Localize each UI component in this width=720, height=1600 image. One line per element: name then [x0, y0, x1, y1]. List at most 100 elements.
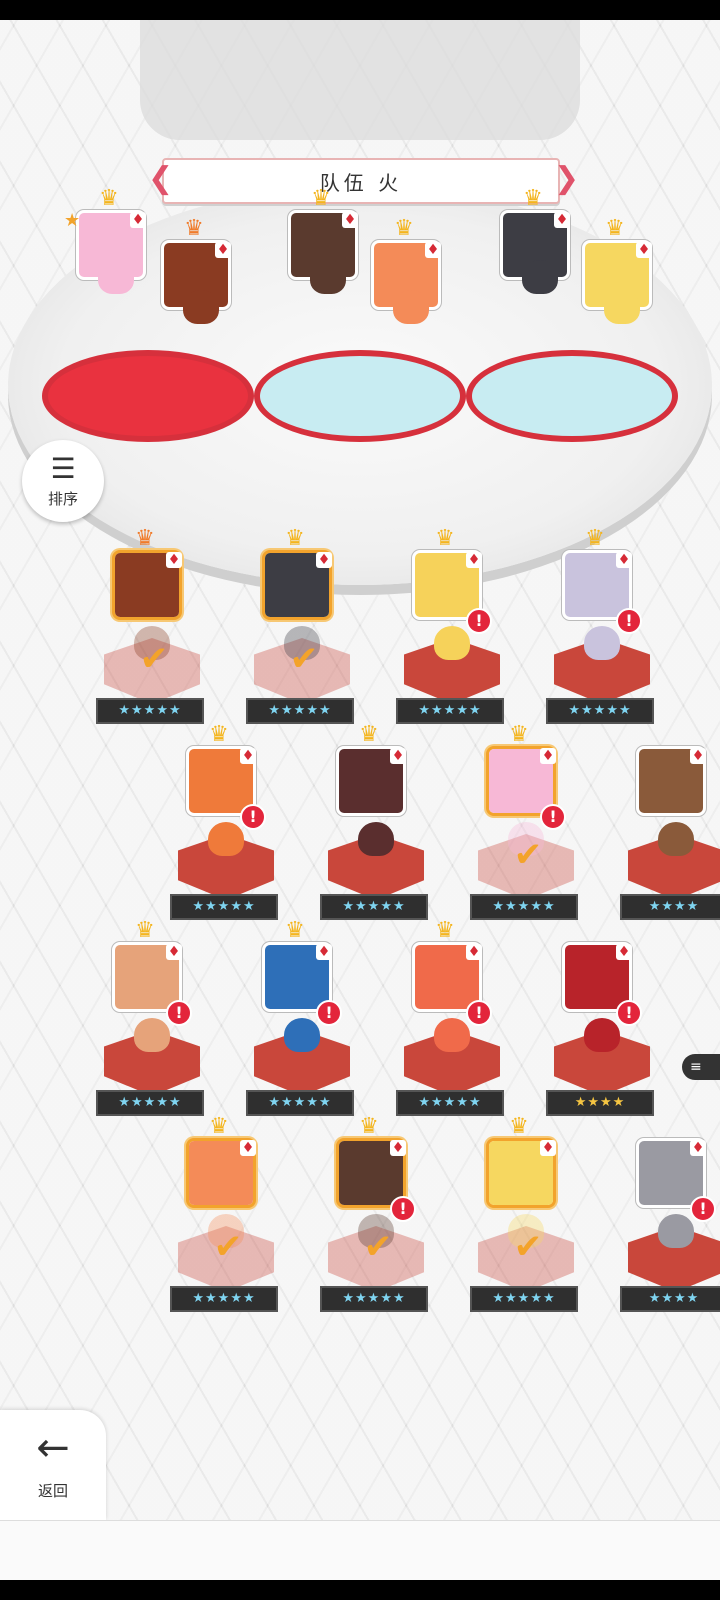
alert-badge: ! [616, 608, 642, 634]
alert-badge: ! [690, 1196, 716, 1222]
diamond-suit-icon: ♦ [636, 242, 652, 258]
star-rating: ★★★★★ [96, 1090, 204, 1116]
crown-icon: ♛ [209, 722, 229, 747]
diamond-suit-icon: ♦ [690, 1140, 706, 1156]
diamond-suit-icon: ♦ [390, 1140, 406, 1156]
hero-sprite [284, 1018, 320, 1052]
diamond-suit-icon: ♦ [425, 242, 441, 258]
roster-hero[interactable]: ♛ ♦! ★★★★★ [246, 918, 362, 1122]
roster-hero[interactable]: ♦! ★★★★ [620, 1118, 720, 1318]
hero-sprite [522, 260, 558, 294]
back-button-label: 返回 [37, 1482, 68, 1500]
star-rating: ★★★★★ [396, 1090, 504, 1116]
star-rating: ★★★★★ [396, 698, 504, 724]
roster-hero[interactable]: ♛ ♦! ★★★★★ [396, 528, 512, 730]
diamond-suit-icon: ♦ [616, 944, 632, 960]
alert-badge: ! [316, 1000, 342, 1026]
leader-star-icon: ★ [64, 210, 81, 231]
hero-sprite [208, 822, 244, 856]
formation-hero[interactable]: ♛ ♦ [566, 216, 682, 420]
diamond-suit-icon: ♦ [690, 748, 706, 764]
diamond-suit-icon: ♦ [616, 552, 632, 568]
crown-icon: ♛ [285, 526, 305, 551]
check-icon: ✔ [213, 1227, 243, 1267]
crown-icon: ♛ [99, 186, 119, 211]
formation-hero[interactable]: ♛ ♦ [145, 216, 261, 420]
crown-icon: ♛ [359, 722, 379, 747]
diamond-suit-icon: ♦ [540, 1140, 556, 1156]
alert-badge: ! [466, 1000, 492, 1026]
crown-icon: ♛ [135, 526, 155, 551]
bottom-strip [0, 1520, 720, 1581]
game-scene: ❮ 队伍 火 ❯ ♛ ♦ ★ ♛ ♦ ♛ ♦ ♛ ♦ ♛ ♦ ♛ ♦ ☰ 排序 ♛ ♦ ✔ ★★★★★ ♛ ♦ ✔ ★… [0, 20, 720, 1520]
hero-sprite [658, 1214, 694, 1248]
hero-sprite [434, 626, 470, 660]
hero-sprite [434, 1018, 470, 1052]
chat-tab[interactable]: ≡ [682, 1054, 720, 1080]
navigation-bar [0, 1580, 720, 1600]
alert-badge: ! [466, 608, 492, 634]
star-rating: ★★★★★ [320, 894, 428, 920]
hero-sprite [658, 822, 694, 856]
roster-hero[interactable]: ♛ ♦! ★★★★★ [396, 918, 512, 1122]
alert-badge: ! [390, 1196, 416, 1222]
crown-icon: ♛ [509, 1114, 529, 1139]
diamond-suit-icon: ♦ [466, 552, 482, 568]
diamond-suit-icon: ♦ [240, 1140, 256, 1156]
crown-icon: ♛ [435, 918, 455, 943]
hero-sprite [358, 822, 394, 856]
roster-hero[interactable]: ♛ ♦! ★★★★★ [96, 918, 212, 1122]
diamond-suit-icon: ♦ [240, 748, 256, 764]
star-rating: ★★★★★ [170, 894, 278, 920]
roster-hero[interactable]: ♛ ♦ ✔ ★★★★★ [246, 526, 362, 730]
roster-hero[interactable]: ♛ ♦! ★★★★★ [170, 722, 286, 926]
alert-badge: ! [540, 804, 566, 830]
back-button[interactable]: ← 返回 [0, 1410, 106, 1520]
formation-hero[interactable]: ♛ ♦ [355, 216, 471, 420]
alert-badge: ! [616, 1000, 642, 1026]
roster-hero[interactable]: ♛ ♦! ★★★★★ [546, 526, 662, 730]
crown-icon: ♛ [585, 526, 605, 551]
star-rating: ★★★★★ [96, 698, 204, 724]
diamond-suit-icon: ♦ [316, 944, 332, 960]
diamond-suit-icon: ♦ [130, 212, 146, 228]
diamond-suit-icon: ♦ [390, 748, 406, 764]
hero-sprite [183, 290, 219, 324]
roster-hero[interactable]: ♛ ♦! ✔ ★★★★★ [320, 1114, 436, 1318]
check-icon: ✔ [513, 835, 543, 875]
alert-badge: ! [166, 1000, 192, 1026]
star-rating: ★★★★★ [470, 1286, 578, 1312]
diamond-suit-icon: ♦ [215, 242, 231, 258]
hero-sprite [584, 626, 620, 660]
roster-hero[interactable]: ♛ ♦ ✔ ★★★★★ [96, 526, 212, 730]
sort-button-label: 排序 [47, 490, 78, 508]
check-icon: ✔ [363, 1227, 393, 1267]
hero-sprite [584, 1018, 620, 1052]
roster-hero[interactable]: ♦ ★★★★ [620, 726, 720, 926]
crown-icon: ♛ [209, 1114, 229, 1139]
chat-icon: ≡ [690, 1059, 702, 1075]
crown-icon: ♛ [285, 918, 305, 943]
crown-icon: ♛ [605, 216, 625, 241]
check-icon: ✔ [513, 1227, 543, 1267]
crown-icon: ♛ [394, 216, 414, 241]
roster-hero[interactable]: ♦! ★★★★ [546, 922, 662, 1122]
crown-icon: ♛ [135, 918, 155, 943]
check-icon: ✔ [139, 639, 169, 679]
diamond-suit-icon: ♦ [166, 944, 182, 960]
hero-sprite [393, 290, 429, 324]
crown-icon: ♛ [184, 216, 204, 241]
sort-button[interactable]: ☰ 排序 [22, 440, 104, 522]
crown-icon: ♛ [359, 1114, 379, 1139]
alert-badge: ! [240, 804, 266, 830]
diamond-suit-icon: ♦ [166, 552, 182, 568]
status-bar [0, 0, 720, 20]
roster-hero[interactable]: ♛ ♦! ✔ ★★★★★ [470, 724, 586, 926]
check-icon: ✔ [289, 639, 319, 679]
roster-hero[interactable]: ♛ ♦ ★★★★★ [320, 722, 436, 926]
star-rating: ★★★★ [546, 1090, 654, 1116]
star-rating: ★★★★★ [246, 1090, 354, 1116]
star-rating: ★★★★★ [246, 698, 354, 724]
roster-hero[interactable]: ♛ ♦ ✔ ★★★★★ [470, 1114, 586, 1318]
roster-hero[interactable]: ♛ ♦ ✔ ★★★★★ [170, 1114, 286, 1318]
